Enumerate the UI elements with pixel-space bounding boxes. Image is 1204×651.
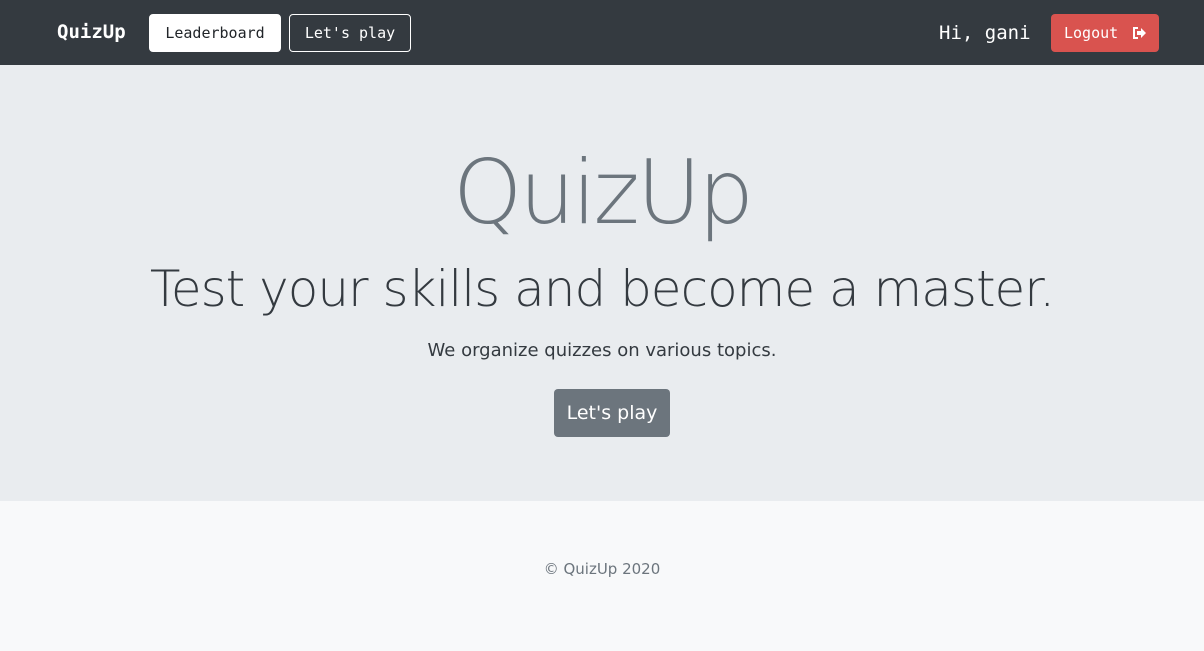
copyright-text: © QuizUp 2020 [543, 560, 661, 578]
logout-label: Logout [1064, 24, 1119, 42]
hero-lead: We organize quizzes on various topics. [427, 340, 777, 361]
hero-title: QuizUp [453, 141, 754, 244]
hero-subtitle: Test your skills and become a master. [149, 260, 1055, 318]
leaderboard-button[interactable]: Leaderboard [149, 14, 281, 52]
logout-button[interactable]: Logout [1051, 14, 1159, 52]
lets-play-button[interactable]: Let's play [554, 389, 670, 437]
navbar: QuizUp Leaderboard Let's play Hi, gani L… [0, 0, 1204, 65]
jumbotron: QuizUp Test your skills and become a mas… [0, 65, 1204, 501]
sign-out-icon [1133, 27, 1146, 39]
lets-play-nav-button[interactable]: Let's play [289, 14, 411, 52]
brand-logo[interactable]: QuizUp [57, 20, 126, 44]
footer: © QuizUp 2020 [0, 501, 1204, 651]
user-greeting: Hi, gani [939, 22, 1031, 44]
